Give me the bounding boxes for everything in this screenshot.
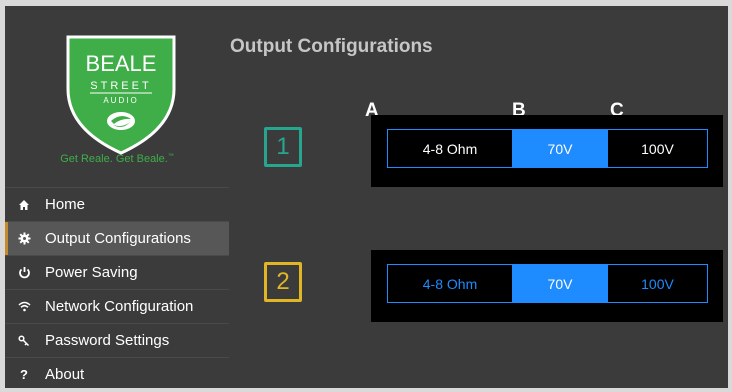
sidebar-item-home[interactable]: Home <box>5 187 229 221</box>
sidebar-item-label: Home <box>45 196 86 213</box>
zone-2-config-panel: 4-8 Ohm 70V 100V <box>371 250 723 322</box>
window-frame-right <box>728 0 732 392</box>
zone-2-option-4-8-ohm[interactable]: 4-8 Ohm <box>388 265 512 302</box>
zone-1-config-panel: 4-8 Ohm 70V 100V <box>371 115 723 187</box>
zone-2-output-selector: 4-8 Ohm 70V 100V <box>387 264 708 303</box>
sidebar-item-power-saving[interactable]: Power Saving <box>5 255 229 289</box>
sidebar-item-label: Output Configurations <box>45 230 191 247</box>
sidebar: BEALE STREET AUDIO Get Reale. Get Beale.… <box>5 6 229 388</box>
sidebar-item-label: About <box>45 366 85 383</box>
sidebar-item-network-configuration[interactable]: Network Configuration <box>5 289 229 323</box>
page-title: Output Configurations <box>230 36 433 57</box>
sidebar-item-about[interactable]: ? About <box>5 357 229 391</box>
power-icon <box>9 266 39 279</box>
zone-1-option-100v[interactable]: 100V <box>608 130 707 167</box>
zone-1-badge: 1 <box>264 127 302 167</box>
sidebar-item-label: Network Configuration <box>45 298 194 315</box>
sidebar-nav: Home Output Configurations Power Saving … <box>5 187 229 391</box>
logo-line2: STREET <box>90 80 151 92</box>
sidebar-item-label: Password Settings <box>45 332 170 349</box>
gear-icon <box>9 232 39 245</box>
beale-street-audio-logo: BEALE STREET AUDIO <box>62 31 180 157</box>
logo-line1: BEALE <box>86 51 157 76</box>
zone-1-option-70v[interactable]: 70V <box>512 130 608 167</box>
question-icon: ? <box>20 367 28 382</box>
zone-2-badge: 2 <box>264 262 302 302</box>
wifi-icon <box>9 301 39 312</box>
home-icon <box>9 199 39 211</box>
brand-tagline: Get Reale. Get Beale.™ <box>60 153 174 165</box>
sidebar-item-output-configurations[interactable]: Output Configurations <box>5 221 229 255</box>
zone-2-option-100v[interactable]: 100V <box>608 265 707 302</box>
sidebar-item-label: Power Saving <box>45 264 138 281</box>
logo-line3: AUDIO <box>103 96 138 105</box>
zone-2-option-70v[interactable]: 70V <box>512 265 608 302</box>
sidebar-item-password-settings[interactable]: Password Settings <box>5 323 229 357</box>
key-icon <box>9 334 39 347</box>
zone-1-option-4-8-ohm[interactable]: 4-8 Ohm <box>388 130 512 167</box>
zone-1-output-selector: 4-8 Ohm 70V 100V <box>387 129 708 168</box>
